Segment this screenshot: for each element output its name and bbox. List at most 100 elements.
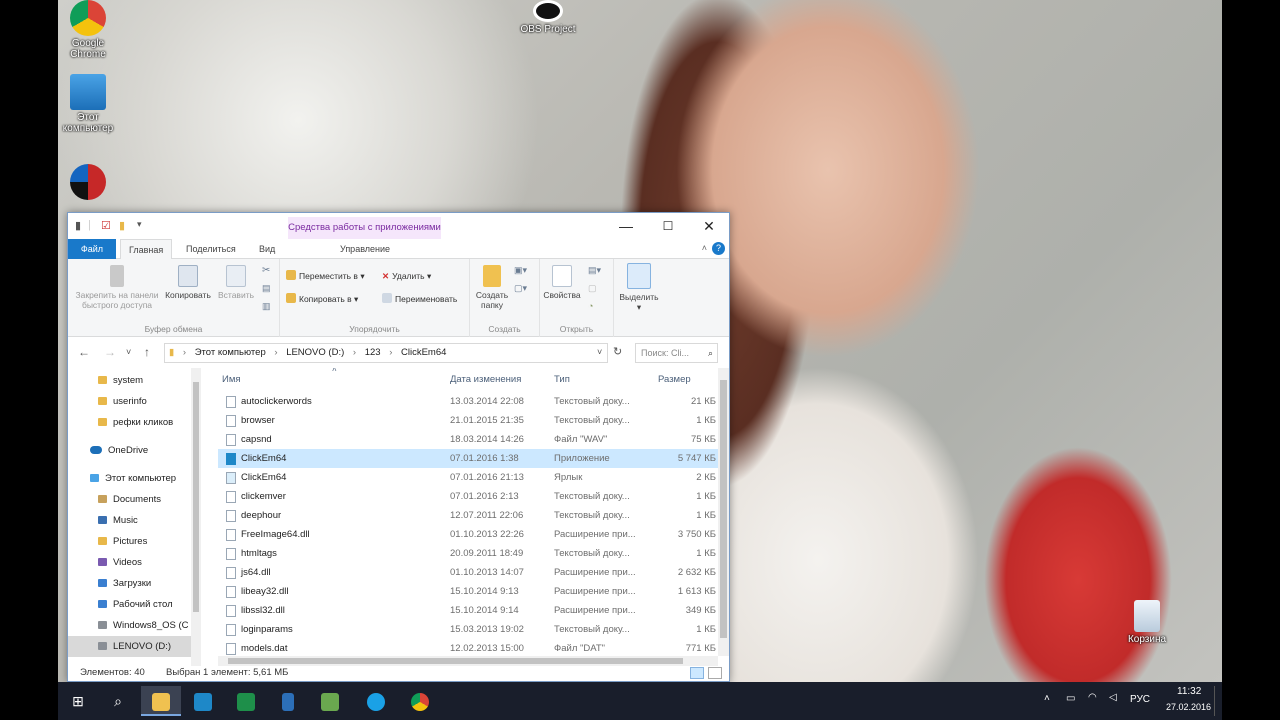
edit-icon[interactable]: ▢ bbox=[588, 283, 597, 294]
close-button[interactable]: ✕ bbox=[689, 215, 729, 237]
tab-share[interactable]: Поделиться bbox=[178, 239, 244, 259]
file-row[interactable]: loginparams 15.03.2013 19:02 Текстовый док… bbox=[218, 620, 718, 639]
properties-button[interactable]: Свойства bbox=[542, 265, 582, 300]
nav-item-drive-d[interactable]: LENOVO (D:) bbox=[68, 636, 192, 657]
desktop-icon-chrome[interactable]: Google Chrome bbox=[58, 0, 118, 60]
file-row[interactable]: FreeImage64.dll 01.10.2013 22:26 Расширени… bbox=[218, 525, 718, 544]
column-type[interactable]: Тип bbox=[554, 374, 570, 385]
file-list-scrollbar[interactable] bbox=[718, 368, 729, 656]
nav-item-desktop[interactable]: Рабочий стол bbox=[68, 594, 192, 615]
scroll-thumb[interactable] bbox=[228, 658, 683, 664]
file-row[interactable]: ClickEm64 07.01.2016 1:38 Приложение 5 747 … bbox=[218, 449, 718, 468]
maximize-button[interactable]: ☐ bbox=[648, 215, 688, 237]
nav-item-pictures[interactable]: Pictures bbox=[68, 531, 192, 552]
desktop-icon-recycle-bin[interactable]: Корзина bbox=[1117, 600, 1177, 645]
column-name[interactable]: Имя bbox=[222, 374, 241, 385]
nav-item-documents[interactable]: Documents bbox=[68, 489, 192, 510]
file-row[interactable]: autoclickerwords 13.03.2014 22:08 Текстовы… bbox=[218, 392, 718, 411]
show-hidden-icons-icon[interactable]: ˄ bbox=[1044, 693, 1050, 704]
file-row[interactable]: browser 21.01.2015 21:35 Текстовый доку...… bbox=[218, 411, 718, 430]
minimize-button[interactable]: — bbox=[606, 215, 646, 237]
copy-to-button[interactable]: Копировать в ▾ bbox=[286, 292, 358, 306]
recent-dropdown-icon[interactable]: ˅ bbox=[126, 347, 131, 357]
properties-qa-icon[interactable]: ☑ bbox=[101, 219, 111, 232]
file-row[interactable]: models.dat 12.02.2013 15:00 Файл "DAT" 771 … bbox=[218, 639, 718, 656]
nav-item-videos[interactable]: Videos bbox=[68, 552, 192, 573]
select-button[interactable]: Выделить ▾ bbox=[616, 263, 662, 312]
tab-home[interactable]: Главная bbox=[120, 239, 173, 260]
nav-item-onedrive[interactable]: OneDrive bbox=[68, 440, 192, 461]
file-row[interactable]: capsnd 18.03.2014 14:26 Файл "WAV" 75 КБ bbox=[218, 430, 718, 449]
scroll-thumb[interactable] bbox=[720, 380, 727, 638]
tab-file[interactable]: Файл bbox=[68, 239, 116, 259]
breadcrumb-current[interactable]: ClickEm64 bbox=[401, 347, 446, 358]
new-item-icon[interactable]: ▣▾ bbox=[514, 265, 527, 276]
clock-time[interactable]: 11:32 bbox=[1177, 686, 1201, 697]
file-row[interactable]: clickemver 07.01.2016 2:13 Текстовый доку.… bbox=[218, 487, 718, 506]
column-size[interactable]: Размер bbox=[658, 374, 691, 385]
ribbon-collapse-icon[interactable]: ˄ bbox=[702, 243, 707, 253]
cut-icon[interactable]: ✂ bbox=[262, 265, 270, 276]
details-view-icon[interactable] bbox=[690, 667, 704, 679]
file-row[interactable]: libeay32.dll 15.10.2014 9:13 Расширение пр… bbox=[218, 582, 718, 601]
open-icon[interactable]: ▤▾ bbox=[588, 265, 601, 276]
nav-item-drive-c[interactable]: Windows8_OS (C bbox=[68, 615, 192, 636]
copy-path-icon[interactable]: ▤ bbox=[262, 283, 271, 294]
new-folder-button[interactable]: Создать папку bbox=[474, 265, 510, 310]
help-icon[interactable]: ? bbox=[712, 242, 725, 255]
search-button[interactable]: ⌕ bbox=[98, 686, 138, 716]
file-row[interactable]: deephour 12.07.2011 22:06 Текстовый доку..… bbox=[218, 506, 718, 525]
file-row[interactable]: htmltags 20.09.2011 18:49 Текстовый доку..… bbox=[218, 544, 718, 563]
qa-dropdown-icon[interactable]: ▾ bbox=[137, 219, 142, 230]
move-to-button[interactable]: Переместить в ▾ bbox=[286, 269, 365, 283]
column-date[interactable]: Дата изменения bbox=[450, 374, 521, 385]
up-icon[interactable]: ↑ bbox=[144, 345, 150, 359]
desktop-icon-computer[interactable]: Этот компьютер bbox=[58, 74, 118, 134]
address-dropdown-icon[interactable]: ˅ bbox=[597, 347, 602, 357]
paste-button[interactable]: Вставить bbox=[214, 265, 258, 300]
file-row[interactable]: libssl32.dll 15.10.2014 9:14 Расширение пр… bbox=[218, 601, 718, 620]
new-folder-qa-icon[interactable]: ▮ bbox=[119, 219, 125, 232]
nav-item-music[interactable]: Music bbox=[68, 510, 192, 531]
nav-item-refki[interactable]: рефки кликов bbox=[68, 412, 192, 433]
taskbar-clickem[interactable] bbox=[183, 686, 223, 716]
desktop-icon-obs[interactable]: OBS Project bbox=[518, 0, 578, 35]
address-bar[interactable]: ▮ › Этот компьютер › LENOVO (D:) › 123 ›… bbox=[164, 343, 608, 363]
nav-item-this-pc[interactable]: Этот компьютер bbox=[68, 468, 192, 489]
nav-item-system[interactable]: system bbox=[68, 370, 192, 391]
title-bar[interactable]: ▮ | ☑ ▮ ▾ Средства работы с приложениями… bbox=[68, 213, 729, 239]
wifi-icon[interactable]: ◠ bbox=[1088, 692, 1097, 703]
taskbar-explorer[interactable] bbox=[141, 686, 181, 716]
rename-button[interactable]: Переименовать bbox=[382, 292, 457, 306]
file-row[interactable]: js64.dll 01.10.2013 14:07 Расширение при..… bbox=[218, 563, 718, 582]
battery-icon[interactable]: ▭ bbox=[1066, 693, 1075, 704]
back-icon[interactable]: ← bbox=[78, 345, 90, 359]
taskbar-excel[interactable] bbox=[226, 686, 266, 716]
breadcrumb-drive[interactable]: LENOVO (D:) bbox=[286, 347, 344, 358]
nav-scrollbar[interactable] bbox=[191, 368, 201, 666]
forward-icon[interactable]: → bbox=[104, 345, 116, 359]
taskbar-skype[interactable] bbox=[356, 686, 396, 716]
copy-button[interactable]: Копировать bbox=[164, 265, 212, 300]
scroll-thumb[interactable] bbox=[193, 382, 199, 612]
start-button[interactable]: ⊞ bbox=[58, 686, 98, 716]
file-row[interactable]: ClickEm64 07.01.2016 21:13 Ярлык 2 КБ bbox=[218, 468, 718, 487]
desktop-icon-app[interactable] bbox=[58, 164, 118, 202]
taskbar-app[interactable] bbox=[268, 686, 308, 716]
paste-shortcut-icon[interactable]: ▥ bbox=[262, 301, 271, 312]
breadcrumb-this-pc[interactable]: Этот компьютер bbox=[195, 347, 266, 358]
language-indicator[interactable]: РУС bbox=[1130, 694, 1150, 705]
nav-item-downloads[interactable]: Загрузки bbox=[68, 573, 192, 594]
tab-manage[interactable]: Управление bbox=[332, 239, 398, 259]
breadcrumb-folder[interactable]: 123 bbox=[365, 347, 381, 358]
pin-quick-access-button[interactable]: Закрепить на панели быстрого доступа bbox=[72, 265, 162, 310]
easy-access-icon[interactable]: ▢▾ bbox=[514, 283, 527, 294]
tiles-view-icon[interactable] bbox=[708, 667, 722, 679]
taskbar-green-app[interactable] bbox=[310, 686, 350, 716]
volume-icon[interactable]: ◁ bbox=[1109, 692, 1117, 703]
history-icon[interactable]: ◔ bbox=[588, 301, 593, 311]
search-input[interactable]: Поиск: Cli... ⌕ bbox=[635, 343, 718, 363]
clock-date[interactable]: 27.02.2016 bbox=[1166, 702, 1211, 712]
taskbar-chrome[interactable] bbox=[400, 686, 440, 716]
delete-button[interactable]: ✕ Удалить ▾ bbox=[382, 269, 431, 283]
